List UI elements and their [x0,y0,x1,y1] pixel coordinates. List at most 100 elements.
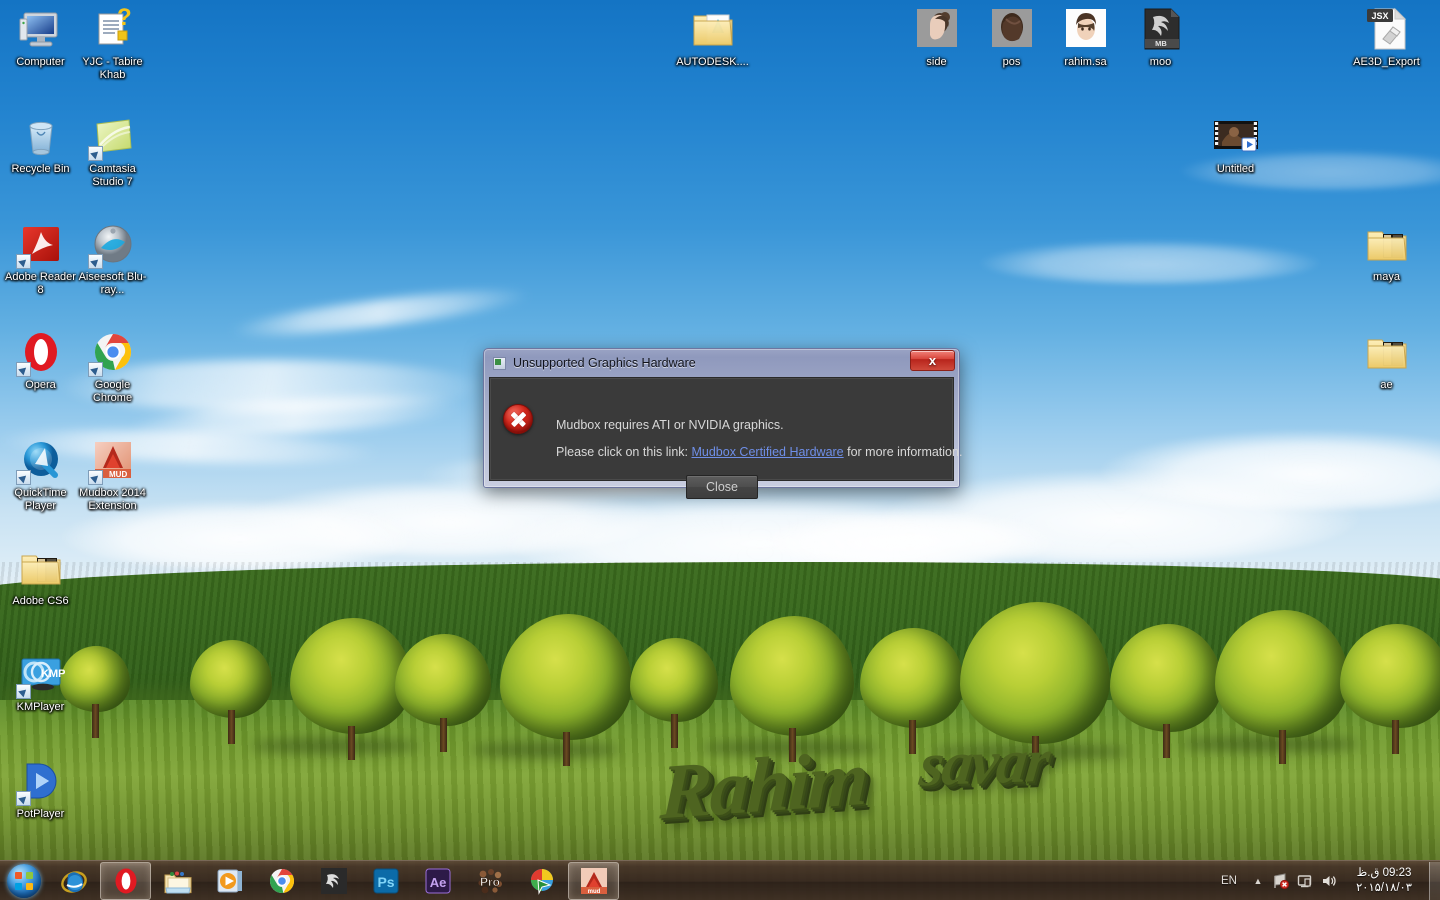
desktop-icon-label: pos [1002,56,1021,68]
video-thumb-icon [1212,112,1260,160]
desktop-icon-opera[interactable]: Opera [3,328,78,392]
desktop-icon-kmplayer[interactable]: KMP KMPlayer [3,650,78,714]
windows-media-player-icon [215,866,245,896]
taskbar-items: Ps Ae Pro mud [47,861,619,900]
desktop-icon-google-chrome[interactable]: Google Chrome [75,328,150,404]
windows-flag-quadrant [15,871,22,879]
desktop-icon-mudbox-2014-extension[interactable]: MUD Mudbox 2014 Extension [75,436,150,512]
desktop-icon-label: Google Chrome [92,379,133,404]
dialog-line2-prefix: Please click on this link: [556,445,692,459]
taskbar-item-opera[interactable] [100,861,151,900]
desktop-icon-adobe-cs6[interactable]: Adobe CS6 [3,544,78,608]
taskbar-item-windows-explorer[interactable] [152,862,203,900]
desktop-icon-rahim-sa[interactable]: rahim.sa [1048,5,1123,69]
show-desktop-button[interactable] [1429,861,1440,900]
shortcut-overlay-icon [87,254,103,269]
taskbar-item-internet-explorer[interactable] [48,862,99,900]
desktop-icon-label: Camtasia Studio 7 [89,163,136,188]
internet-explorer-icon [59,866,89,896]
shortcut-overlay-icon [87,362,103,377]
chevron-up-icon[interactable]: ▲ [1247,876,1269,886]
language-indicator[interactable]: EN [1211,875,1247,887]
taskbar-item-mudbox[interactable]: mud [568,861,619,900]
aiseesoft-bluray-icon [87,220,137,269]
shortcut-overlay-icon [15,470,31,485]
close-button[interactable]: x [910,350,955,371]
svg-text:?: ? [117,5,132,31]
document-help-icon: ? [89,4,137,53]
taskbar-item-chrome[interactable] [256,862,307,900]
wallpaper-treeline [0,602,1440,770]
shortcut-overlay-icon [15,791,31,806]
desktop-icon-aiseesoft-blu-ray[interactable]: Aiseesoft Blu-ray... [75,220,150,296]
desktop-icon-label: maya [1373,271,1400,283]
desktop-icon-label: YJC - Tabire Khab [82,56,143,81]
after-effects-icon: Ae [423,866,453,896]
opera-icon [111,866,141,896]
taskbar-item-maya[interactable] [308,862,359,900]
desktop-icon-untitled[interactable]: Untitled [1198,112,1273,176]
svg-text:Pro: Pro [479,875,499,889]
folder-icon [17,544,65,592]
desktop-icon-label: Computer [16,56,65,68]
taskbar-item-after-effects[interactable]: Ae [412,862,463,900]
close-dialog-button[interactable]: Close [686,475,758,499]
desktop-icon-label: Adobe Reader 8 [5,271,76,296]
dialog-message-line-1: Mudbox requires ATI or NVIDIA graphics. [556,418,784,432]
taskbar-item-photoshop[interactable]: Ps [360,862,411,900]
action-center-icon[interactable] [1296,872,1314,890]
taskbar-item-windows-media-player[interactable] [204,862,255,900]
desktop-icon-label: side [926,56,947,68]
dialog-title: Unsupported Graphics Hardware [513,356,696,370]
desktop-icon-label: rahim.sa [1064,56,1107,68]
desktop-icon-potplayer[interactable]: PotPlayer [3,757,78,821]
desktop-icon-pos[interactable]: pos [974,5,1049,69]
desktop-icon-camtasia-studio-7[interactable]: Camtasia Studio 7 [75,112,150,188]
system-tray: EN ▲ 09:23 ق.ظ ۲۰۱۵/۱۸/۰۳ [1211,861,1440,900]
start-button[interactable] [1,862,47,900]
desktop-icon-ae3d-export[interactable]: JSX AE3D_Export [1349,5,1424,69]
mudbox-certified-hardware-link[interactable]: Mudbox Certified Hardware [691,445,843,459]
volume-icon[interactable] [1320,872,1338,890]
desktop-icon-computer[interactable]: Computer [3,5,78,69]
desktop-icon-quicktime-player[interactable]: QuickTime Player [3,436,78,512]
image-thumb-pos [988,5,1036,53]
chrome-icon [267,866,297,896]
unsupported-graphics-hardware-dialog[interactable]: Unsupported Graphics Hardware x Mudbox r… [483,348,962,499]
desktop-icon-yjc-tabire-khab[interactable]: ? YJC - Tabire Khab [75,4,150,81]
desktop-icon-ae[interactable]: ae [1349,328,1424,392]
desktop-icon-label: AE3D_Export [1353,56,1420,68]
internet-download-manager-icon [527,866,557,896]
taskbar[interactable]: Ps Ae Pro mud EN ▲ 09:23 ق.ظ ۲۰۱۵/۱۸/۰۳ [0,860,1440,900]
desktop-icon-side[interactable]: side [899,5,974,69]
desktop[interactable]: Rahim savar Computer ? YJC - Tabire Khab … [0,0,1440,900]
image-thumb-side [913,5,961,53]
mudbox-icon: MUD [87,436,137,485]
desktop-icon-maya[interactable]: maya [1349,220,1424,284]
dialog-titlebar[interactable]: Unsupported Graphics Hardware x [486,350,957,375]
adobe-reader-icon [15,220,65,269]
desktop-icon-autodesk[interactable]: AUTODESK.... [675,5,750,69]
folder-icon [1363,328,1411,376]
dialog-body: Mudbox requires ATI or NVIDIA graphics. … [489,377,962,499]
taskbar-item-internet-download-manager[interactable] [516,862,567,900]
folder-autodesk-icon [689,5,737,53]
desktop-icon-label: ae [1380,379,1393,391]
network-error-icon[interactable] [1272,872,1290,890]
error-cross-icon [503,404,533,434]
desktop-icon-label: moo [1149,56,1172,68]
svg-text:MB: MB [1155,39,1167,48]
clock-time: 09:23 ق.ظ [1356,866,1412,879]
desktop-icon-moo[interactable]: MB moo [1123,5,1198,69]
clock[interactable]: 09:23 ق.ظ ۲۰۱۵/۱۸/۰۳ [1341,866,1427,896]
kmplayer-icon: KMP [15,650,65,699]
mudbox-icon: mud [579,866,609,896]
windows-explorer-icon [163,866,193,896]
maya-binary-icon: MB [1137,5,1185,53]
jsx-script-icon: JSX [1363,5,1411,53]
desktop-icon-recycle-bin[interactable]: Recycle Bin [3,112,78,176]
taskbar-item-premiere-pro[interactable]: Pro [464,862,515,900]
windows-flag-quadrant [26,871,33,879]
shortcut-overlay-icon [15,362,31,377]
desktop-icon-adobe-reader-8[interactable]: Adobe Reader 8 [3,220,78,296]
